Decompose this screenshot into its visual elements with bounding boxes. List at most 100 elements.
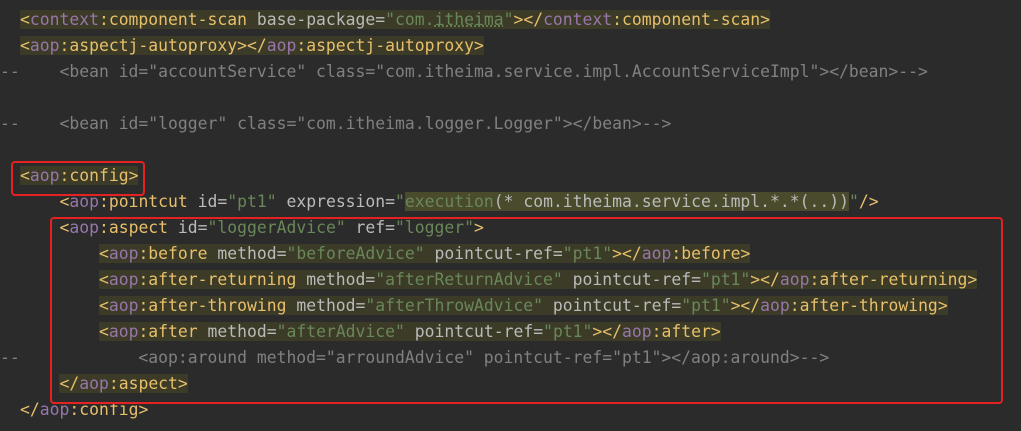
code-token: :component-scan: [98, 10, 247, 29]
code-token: </: [59, 374, 80, 393]
code-text: <aop:after-throwing method="afterThrowAd…: [20, 293, 948, 319]
code-token: :pointcut: [98, 192, 188, 211]
code-token: >: [138, 400, 149, 419]
code-token-group: <aop:after method="afterAdvice" pointcut…: [98, 322, 721, 341]
code-line[interactable]: </aop:aspect>: [0, 371, 1021, 397]
code-token: "pt1": [227, 192, 277, 211]
code-token: "beforeAdvice": [286, 244, 425, 263]
code-line[interactable]: [0, 137, 1021, 163]
code-token: :aspectj-autoproxy: [296, 36, 474, 55]
code-token: =: [197, 218, 208, 237]
code-token: "afterAdvice": [276, 322, 405, 341]
code-token: "afterThrowAdvice": [365, 296, 544, 315]
code-text: <aop:pointcut id="pt1" expression="execu…: [20, 189, 879, 215]
code-token: =: [276, 244, 287, 263]
code-token: "loggerAdvice": [207, 218, 346, 237]
code-token: :after-throwing: [138, 296, 287, 315]
comment-gutter-marker: --: [0, 114, 20, 133]
code-text: <bean id="accountService" class="com.ith…: [20, 59, 927, 85]
code-token: (* com.itheima.service.impl.*.*(..)): [493, 192, 849, 211]
code-token: method: [207, 244, 277, 263]
code-token: pointcut-ref: [543, 296, 672, 315]
code-token: :after-returning: [138, 270, 297, 289]
code-token: "pt1": [543, 322, 593, 341]
code-token: ></: [750, 270, 780, 289]
code-token: :after-throwing: [789, 296, 938, 315]
code-editor[interactable]: <context:component-scan base-package="co…: [0, 0, 1021, 431]
code-token: >: [128, 166, 139, 185]
code-line[interactable]: [0, 85, 1021, 111]
code-token: ></: [513, 10, 544, 29]
code-token: aop: [108, 296, 139, 315]
code-text: < aop :after-returning method="afterReturn…: [20, 267, 978, 293]
code-line[interactable]: <aop:after method="afterAdvice" pointcut…: [0, 319, 1021, 345]
code-line[interactable]: </aop:config>: [0, 397, 1021, 423]
code-token: "afterReturnAdvice": [375, 270, 563, 289]
code-token: ></: [730, 296, 761, 315]
code-token: :config: [59, 166, 129, 185]
code-line[interactable]: -- <bean id="accountService" class="com.…: [0, 59, 1021, 85]
code-token: aop: [69, 192, 99, 211]
code-token: <: [20, 166, 30, 185]
code-line[interactable]: <aop:before method="beforeAdvice" pointc…: [0, 241, 1021, 267]
code-token: "logger": [395, 218, 474, 237]
comment-gutter-marker: --: [0, 348, 20, 367]
code-token: :aspect: [108, 374, 178, 393]
code-token: =: [365, 270, 376, 289]
code-token: itheima: [434, 10, 504, 29]
code-token: aop: [779, 270, 810, 289]
code-token: >: [937, 296, 948, 315]
code-token: <: [98, 322, 109, 341]
code-token: :before: [671, 244, 741, 263]
code-line[interactable]: -- <bean id="logger" class="com.itheima.…: [0, 111, 1021, 137]
code-token: :after: [138, 322, 198, 341]
code-token: ": [503, 10, 514, 29]
code-token: "pt1": [681, 296, 731, 315]
code-token: =: [355, 296, 366, 315]
code-token: ></: [592, 322, 623, 341]
code-text: <bean id="logger" class="com.itheima.log…: [20, 111, 671, 137]
code-token: :aspectj-autoproxy: [59, 36, 238, 55]
code-token: >: [967, 270, 978, 289]
code-token: </: [20, 400, 40, 419]
code-line[interactable]: <aop:after-throwing method="afterThrowAd…: [0, 293, 1021, 319]
code-token: "com.: [385, 10, 435, 29]
code-token: <aop:around method="arroundAdvice" point…: [138, 348, 830, 367]
code-text: <aop:aspectj-autoproxy></aop:aspectj-aut…: [20, 33, 484, 59]
code-token: id: [168, 218, 198, 237]
code-text: <aop:before method="beforeAdvice" pointc…: [20, 241, 751, 267]
code-line[interactable]: <aop:config>: [0, 163, 1021, 189]
code-token: :before: [138, 244, 208, 263]
code-token: aop: [641, 244, 672, 263]
code-token: aop: [29, 36, 60, 55]
code-token: aop: [29, 166, 60, 185]
code-line[interactable]: <aop:aspect id="loggerAdvice" ref="logge…: [0, 215, 1021, 241]
code-token: context: [543, 10, 613, 29]
code-line[interactable]: -- <aop:around method="arroundAdvice" po…: [0, 345, 1021, 371]
code-token: <: [59, 192, 70, 211]
code-token: :config: [69, 400, 139, 419]
code-token-group: <aop:aspect id="loggerAdvice" ref="logge…: [59, 218, 483, 237]
code-text: </aop:aspect>: [20, 371, 188, 397]
code-line[interactable]: <aop:pointcut id="pt1" expression="execu…: [0, 189, 1021, 215]
code-token: ": [848, 192, 859, 211]
code-token: aop: [622, 322, 652, 341]
code-token-group: < aop :after-returning method="afterReturn…: [98, 270, 978, 289]
code-line[interactable]: <aop:aspectj-autoproxy></aop:aspectj-aut…: [0, 33, 1021, 59]
code-token: =: [375, 10, 386, 29]
code-token: =: [533, 322, 544, 341]
code-token: id: [187, 192, 218, 211]
code-token: <: [98, 270, 109, 289]
code-line[interactable]: <context:component-scan base-package="co…: [0, 7, 1021, 33]
code-token: =: [671, 296, 682, 315]
code-line[interactable]: < aop :after-returning method="afterReturn…: [0, 267, 1021, 293]
code-token: >: [710, 322, 721, 341]
code-token: method: [296, 270, 366, 289]
code-text: <context:component-scan base-package="co…: [20, 7, 771, 33]
code-token-group: <aop:after-throwing method="afterThrowAd…: [98, 296, 948, 315]
